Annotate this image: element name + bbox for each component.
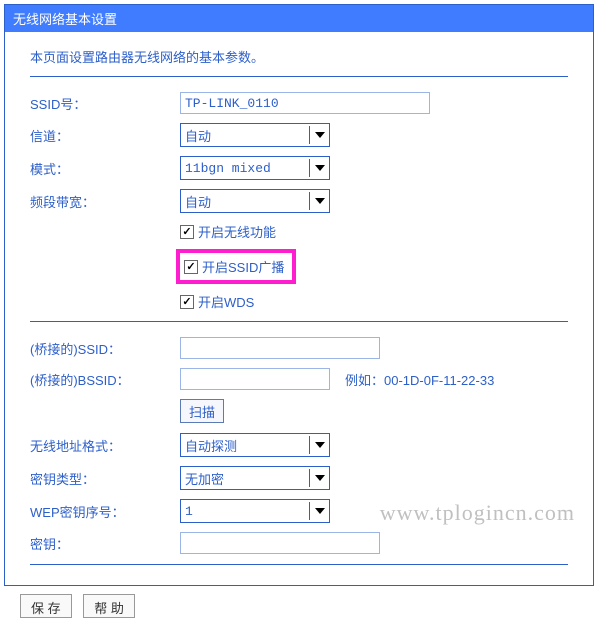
- separator: [30, 564, 568, 565]
- separator: [30, 321, 568, 322]
- wep-index-value: 1: [185, 504, 193, 519]
- channel-label: 信道：: [30, 126, 180, 145]
- wep-index-label: WEP密钥序号：: [30, 502, 180, 521]
- key-type-value: 无加密: [185, 469, 224, 488]
- key-type-label: 密钥类型：: [30, 469, 180, 488]
- enable-wds-label: 开启WDS: [198, 292, 254, 311]
- bandwidth-row: 频段带宽： 自动: [30, 189, 568, 213]
- bandwidth-select[interactable]: 自动: [180, 189, 330, 213]
- help-button[interactable]: 帮 助: [83, 594, 135, 618]
- save-button[interactable]: 保 存: [20, 594, 72, 618]
- addr-format-select[interactable]: 自动探测: [180, 433, 330, 457]
- bridge-ssid-label: (桥接的)SSID：: [30, 339, 180, 358]
- wep-index-select[interactable]: 1: [180, 499, 330, 523]
- enable-ssid-broadcast-row: ✓ 开启SSID广播: [176, 249, 296, 284]
- enable-wireless-label: 开启无线功能: [198, 222, 276, 241]
- ssid-input[interactable]: [180, 92, 430, 114]
- addr-format-label: 无线地址格式：: [30, 436, 180, 455]
- key-label: 密钥：: [30, 534, 180, 553]
- intro-text: 本页面设置路由器无线网络的基本参数。: [30, 47, 568, 66]
- bandwidth-label: 频段带宽：: [30, 192, 180, 211]
- key-type-select[interactable]: 无加密: [180, 466, 330, 490]
- chevron-down-icon: [309, 436, 329, 454]
- enable-wireless-row: ✓ 开启无线功能: [180, 222, 568, 241]
- addr-format-value: 自动探测: [185, 436, 237, 455]
- enable-wireless-checkbox[interactable]: ✓: [180, 225, 194, 239]
- chevron-down-icon: [309, 192, 329, 210]
- key-input[interactable]: [180, 532, 380, 554]
- chevron-down-icon: [309, 126, 329, 144]
- ssid-row: SSID号：: [30, 92, 568, 114]
- footer-buttons: 保 存 帮 助: [20, 594, 596, 628]
- enable-ssid-broadcast-label: 开启SSID广播: [202, 257, 284, 276]
- bssid-hint: 例如：00-1D-0F-11-22-33: [345, 370, 494, 389]
- scan-button[interactable]: 扫描: [180, 399, 224, 423]
- enable-wds-checkbox[interactable]: ✓: [180, 295, 194, 309]
- key-type-row: 密钥类型： 无加密: [30, 466, 568, 490]
- mode-row: 模式： 11bgn mixed: [30, 156, 568, 180]
- mode-select[interactable]: 11bgn mixed: [180, 156, 330, 180]
- mode-label: 模式：: [30, 159, 180, 178]
- chevron-down-icon: [309, 159, 329, 177]
- panel-body: 本页面设置路由器无线网络的基本参数。 SSID号： 信道： 自动 模式： 11b…: [5, 32, 593, 585]
- chevron-down-icon: [309, 502, 329, 520]
- separator: [30, 76, 568, 77]
- channel-select[interactable]: 自动: [180, 123, 330, 147]
- bridge-bssid-row: (桥接的)BSSID： 例如：00-1D-0F-11-22-33: [30, 368, 568, 390]
- bridge-bssid-input[interactable]: [180, 368, 330, 390]
- bridge-ssid-input[interactable]: [180, 337, 380, 359]
- key-row: 密钥：: [30, 532, 568, 554]
- bridge-ssid-row: (桥接的)SSID：: [30, 337, 568, 359]
- channel-row: 信道： 自动: [30, 123, 568, 147]
- addr-format-row: 无线地址格式： 自动探测: [30, 433, 568, 457]
- enable-ssid-broadcast-checkbox[interactable]: ✓: [184, 260, 198, 274]
- bandwidth-value: 自动: [185, 192, 211, 211]
- chevron-down-icon: [309, 469, 329, 487]
- wep-index-row: WEP密钥序号： 1: [30, 499, 568, 523]
- wireless-settings-panel: 无线网络基本设置 本页面设置路由器无线网络的基本参数。 SSID号： 信道： 自…: [4, 4, 594, 586]
- bridge-bssid-label: (桥接的)BSSID：: [30, 370, 180, 389]
- channel-value: 自动: [185, 126, 211, 145]
- mode-value: 11bgn mixed: [185, 161, 271, 176]
- ssid-label: SSID号：: [30, 94, 180, 113]
- panel-title: 无线网络基本设置: [5, 5, 593, 32]
- enable-wds-row: ✓ 开启WDS: [180, 292, 568, 311]
